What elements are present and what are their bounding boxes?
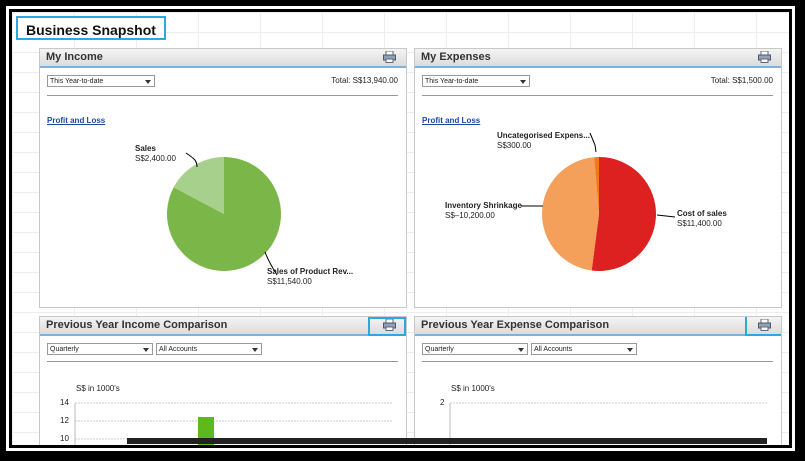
expense-slice-label-uncategorised: Uncategorised Expens... S$300.00 [497,131,590,151]
slice-value: S$–10,200.00 [445,211,495,220]
income-panel: My Income This Year-to-date Total: S$13,… [39,48,407,308]
expense-comparison-bar-chart [449,402,767,445]
expenses-pie-chart [521,132,676,271]
slice-value: S$11,540.00 [267,277,312,286]
expense-slice-label-inventory: Inventory Shrinkage S$–10,200.00 [445,201,522,221]
pie-slice [542,157,599,271]
dashboard-canvas: Business Snapshot My Income This Year-to… [12,12,789,445]
slice-name: Cost of sales [677,209,727,218]
pie-slice [591,157,657,271]
page-title: Business Snapshot [16,16,166,40]
slice-name: Sales [135,144,156,153]
income-slice-label-product: Sales of Product Rev... S$11,540.00 [267,267,353,287]
slice-value: S$11,400.00 [677,219,722,228]
expenses-panel: My Expenses This Year-to-date Total: S$1… [414,48,782,308]
expense-slice-label-cost-of-sales: Cost of sales S$11,400.00 [677,209,727,229]
screenshot-frame: Business Snapshot My Income This Year-to… [6,6,795,451]
slice-name: Inventory Shrinkage [445,201,522,210]
slice-value: S$300.00 [497,141,532,150]
income-slice-label-sales: Sales S$2,400.00 [135,144,176,164]
slice-name: Sales of Product Rev... [267,267,354,276]
slice-name: Uncategorised Expens... [497,131,590,140]
slice-value: S$2,400.00 [135,154,176,163]
income-comparison-panel: Previous Year Income Comparison Quarterl… [39,316,407,445]
expense-comparison-panel: Previous Year Expense Comparison Quarter… [414,316,782,445]
bottom-strip [127,438,767,444]
income-comparison-bar-chart [74,402,392,445]
